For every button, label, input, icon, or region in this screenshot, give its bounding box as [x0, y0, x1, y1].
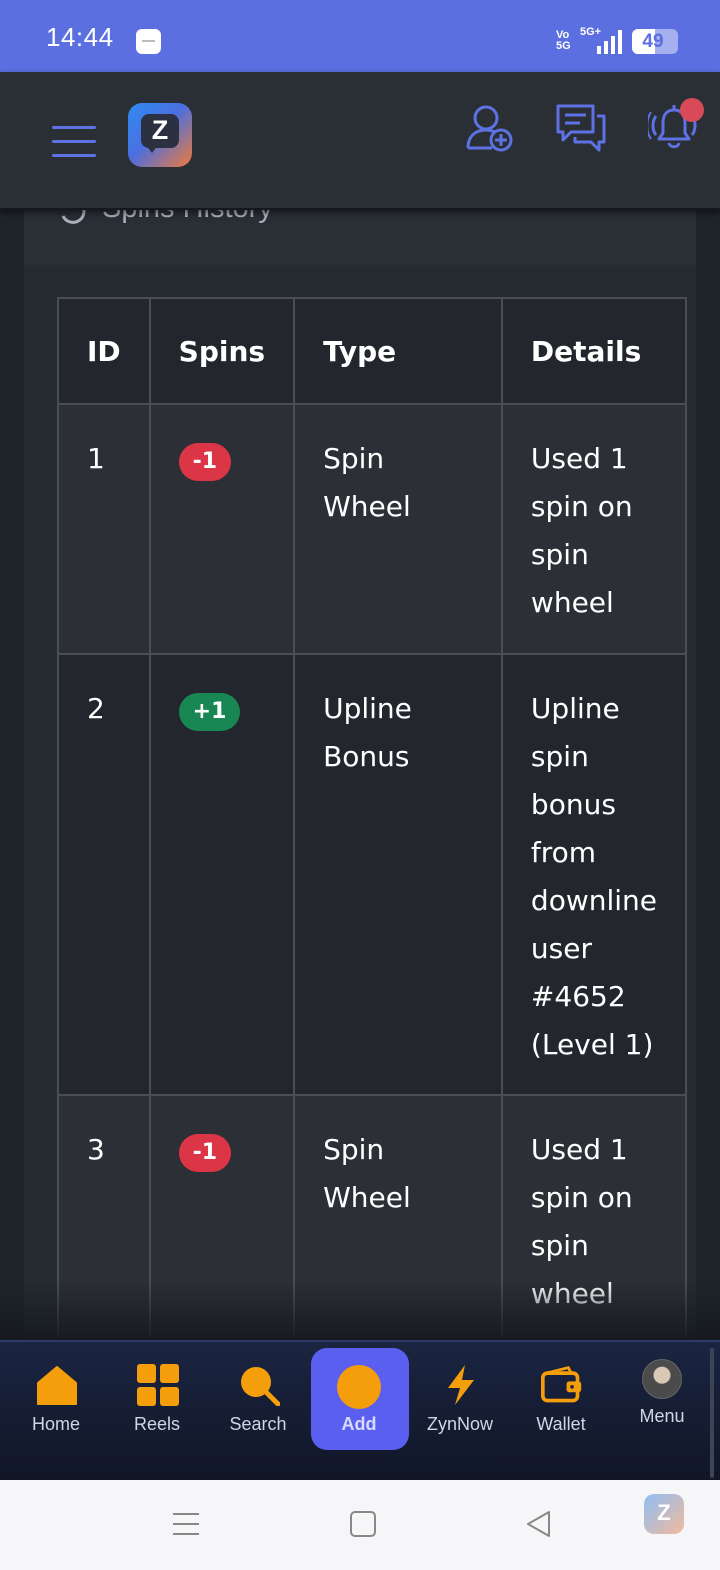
table-row: 1 -1 Spin Wheel Used 1 spin on spin whee… — [57, 403, 687, 655]
nav-label: ZynNow — [426, 1414, 493, 1434]
nav-label: Menu — [639, 1406, 685, 1426]
column-header-type: Type — [293, 297, 503, 405]
nav-search[interactable]: Search — [208, 1342, 308, 1482]
nav-label: Reels — [133, 1414, 181, 1434]
wallet-icon — [541, 1366, 582, 1403]
notification-chip-icon — [136, 29, 161, 54]
status-time: 14:44 — [46, 22, 114, 52]
cell-id: 2 — [57, 653, 151, 1096]
recents-menu-icon[interactable] — [170, 1508, 202, 1540]
nav-menu[interactable]: Menu — [612, 1342, 712, 1482]
app-header: Z — [0, 72, 720, 210]
spins-badge: -1 — [178, 443, 232, 481]
table-row: 2 +1 Upline Bonus Upline spin bonus from… — [57, 653, 687, 1096]
add-friend-icon[interactable] — [464, 102, 516, 154]
column-header-id: ID — [57, 297, 151, 405]
nav-scrollbar[interactable] — [710, 1348, 714, 1478]
cell-type: Spin Wheel — [293, 403, 503, 655]
volte-indicator: Vo 5G — [556, 29, 571, 52]
spins-history-card: Spins History ID Spins Type Details 1 -1 — [24, 210, 696, 1340]
floating-app-logo[interactable]: Z — [644, 1494, 684, 1534]
bottom-navigation: Home Reels Search Add ZynNow Wallet Menu — [0, 1340, 720, 1480]
signal-icon — [597, 30, 622, 54]
spins-badge: +1 — [178, 693, 241, 731]
spins-history-table: ID Spins Type Details 1 -1 Spin Wheel Us… — [57, 297, 687, 1340]
nav-add[interactable]: Add — [309, 1342, 409, 1482]
cell-type: Upline Bonus — [293, 653, 503, 1096]
battery-percent: 49 — [642, 31, 664, 52]
lightning-icon — [448, 1365, 474, 1405]
messages-icon[interactable] — [555, 102, 607, 154]
app-logo-letter: Z — [151, 115, 169, 145]
nav-label: Home — [31, 1414, 80, 1434]
table-header-row: ID Spins Type Details — [57, 297, 687, 405]
system-navigation-bar: Z — [0, 1480, 720, 1570]
hamburger-menu-button[interactable] — [52, 124, 96, 158]
column-header-spins: Spins — [148, 297, 296, 405]
nav-label: Wallet — [536, 1414, 586, 1434]
home-square-icon[interactable] — [347, 1508, 379, 1540]
notification-badge-dot — [680, 98, 704, 122]
nav-wallet[interactable]: Wallet — [511, 1342, 611, 1482]
nav-label: Search — [229, 1414, 287, 1434]
cell-id: 1 — [57, 403, 151, 655]
grid-icon — [137, 1364, 179, 1406]
search-icon — [241, 1367, 280, 1406]
floating-logo-letter: Z — [657, 1500, 671, 1525]
nav-zynnow[interactable]: ZynNow — [410, 1342, 510, 1482]
home-icon — [37, 1366, 77, 1405]
cell-spins: +1 — [148, 653, 296, 1096]
cell-details: Upline spin bonus from downline user #46… — [500, 653, 687, 1096]
bottom-fade — [0, 1280, 720, 1340]
nav-reels[interactable]: Reels — [107, 1342, 207, 1482]
cell-spins: -1 — [148, 403, 296, 655]
table-scroll-area[interactable]: ID Spins Type Details 1 -1 Spin Wheel Us… — [24, 210, 687, 1340]
status-bar: 14:44 Vo 5G 5G+ 49 — [0, 0, 720, 72]
add-icon — [337, 1365, 381, 1409]
nav-home[interactable]: Home — [6, 1342, 106, 1482]
battery-icon: 49 — [632, 29, 678, 54]
page-content: Spins History ID Spins Type Details 1 -1 — [0, 210, 720, 1340]
nav-label: Add — [341, 1414, 377, 1434]
back-triangle-icon[interactable] — [523, 1508, 555, 1540]
column-header-details: Details — [500, 297, 687, 405]
app-logo[interactable]: Z — [128, 103, 192, 167]
spins-badge: -1 — [178, 1134, 232, 1172]
cell-details: Used 1 spin on spin wheel — [500, 403, 687, 655]
